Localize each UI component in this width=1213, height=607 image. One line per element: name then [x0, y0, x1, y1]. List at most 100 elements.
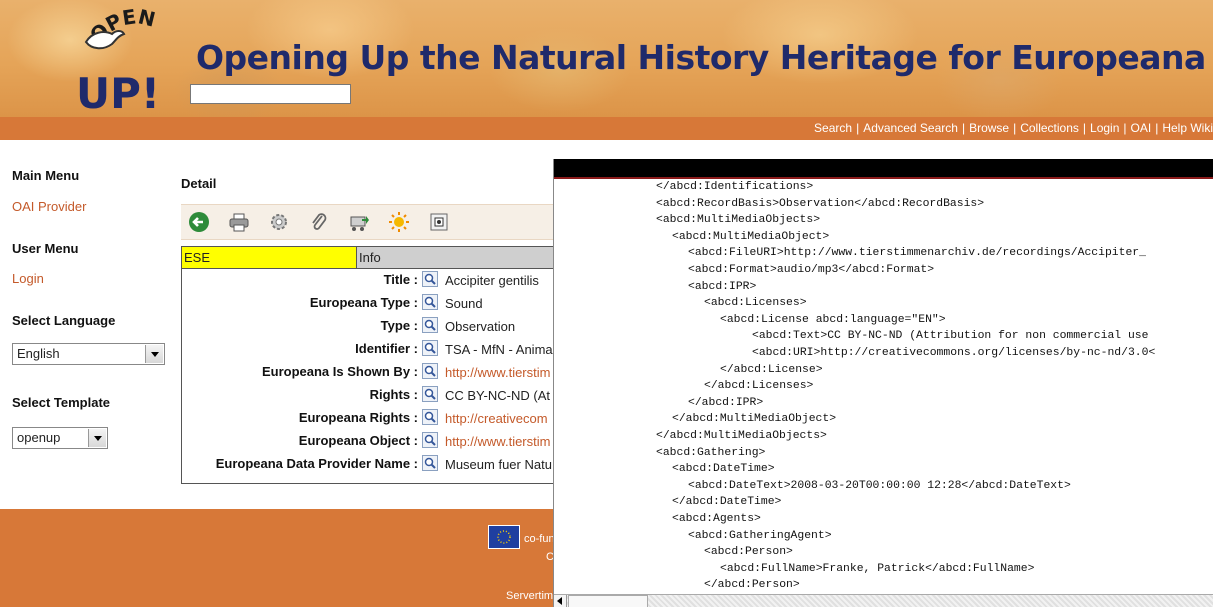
nav-browse-link[interactable]: Browse [969, 121, 1009, 135]
field-value: TSA - MfN - Anima [445, 342, 553, 357]
header-search-input[interactable] [190, 84, 351, 104]
horizontal-scrollbar[interactable] [554, 594, 1213, 607]
scroll-left-arrow-icon[interactable] [554, 595, 567, 607]
table-row: Europeana Object : http://www.tierstim [182, 430, 560, 453]
tab-info[interactable]: Info [357, 247, 562, 269]
xml-line: <abcd:Format>audio/mp3</abcd:Format> [688, 264, 935, 276]
chevron-down-icon[interactable] [88, 429, 106, 447]
field-value: Sound [445, 296, 483, 311]
main-menu-heading: Main Menu [12, 168, 80, 183]
field-value: CC BY-NC-ND (At [445, 388, 550, 403]
field-label: Europeana Is Shown By : [261, 364, 418, 379]
language-select[interactable]: English [12, 343, 165, 365]
detail-toolbar [181, 204, 561, 240]
xml-viewer-window: </abcd:Identifications> <abcd:RecordBasis… [553, 159, 1213, 607]
template-select[interactable]: openup [12, 427, 108, 449]
tab-ese[interactable]: ESE [182, 247, 357, 269]
xml-line: <abcd:License abcd:language="EN"> [720, 313, 946, 326]
document-icon[interactable] [427, 210, 451, 234]
xml-line: </abcd:DateTime> [672, 496, 782, 509]
field-label: Europeana Data Provider Name : [215, 456, 418, 471]
nav-oai-link[interactable]: OAI [1131, 121, 1152, 135]
template-select-value: openup [17, 430, 61, 445]
open-up-logo[interactable]: OPEN UP! [68, 4, 188, 116]
field-label: Identifier : [355, 341, 418, 356]
xml-line: </abcd:MultiMediaObject> [672, 413, 837, 426]
settings-icon[interactable] [267, 210, 291, 234]
xml-line: </abcd:MultiMediaObjects> [656, 430, 827, 442]
select-template-heading: Select Template [12, 395, 111, 410]
xml-line: <abcd:URI>http://creativecommons.org/lic… [752, 347, 1156, 359]
magnifier-icon[interactable] [422, 363, 438, 379]
table-row: Europeana Rights : http://creativecom [182, 407, 560, 430]
magnifier-icon[interactable] [422, 432, 438, 448]
nav-separator: | [1123, 121, 1127, 135]
nav-separator: | [1082, 121, 1087, 135]
field-value-link[interactable]: http://www.tierstim [445, 365, 550, 380]
xml-line: <abcd:MultiMediaObjects> [656, 214, 821, 227]
magnifier-icon[interactable] [422, 386, 438, 402]
language-select-value: English [17, 346, 60, 361]
footer-cofunded-text: co-fun [524, 533, 555, 545]
header-banner: OPEN UP! Opening Up the Natural History … [0, 0, 1213, 117]
magnifier-icon[interactable] [422, 455, 438, 471]
user-menu-heading: User Menu [12, 241, 79, 256]
nav-search-link[interactable]: Search [814, 121, 852, 135]
magnifier-icon[interactable] [422, 340, 438, 356]
xml-line: <abcd:FullName>Franke, Patrick</abcd:Ful… [720, 562, 1035, 575]
xml-line: <abcd:Gathering> [656, 446, 766, 459]
back-arrow-icon[interactable] [187, 210, 211, 234]
nav-separator: | [1013, 121, 1017, 135]
table-row: Europeana Is Shown By : http://www.tierst… [182, 361, 560, 384]
cart-icon[interactable] [347, 210, 371, 234]
sidebar-item-login[interactable]: Login [12, 271, 44, 286]
xml-line: <abcd:MultiMediaObject> [672, 230, 830, 243]
xml-line: <abcd:DateText>2008-03-20T00:00:00 12:28… [688, 479, 1071, 492]
xml-line: <abcd:Licenses> [704, 297, 807, 310]
xml-line: </abcd:Licenses> [704, 380, 814, 393]
magnifier-icon[interactable] [422, 294, 438, 310]
chevron-down-icon[interactable] [145, 345, 163, 363]
magnifier-icon[interactable] [422, 271, 438, 287]
scrollbar-thumb[interactable] [568, 595, 648, 607]
attachment-icon[interactable] [307, 210, 331, 234]
field-label: Rights : [369, 387, 418, 402]
magnifier-icon[interactable] [422, 317, 438, 333]
nav-separator: | [961, 121, 966, 135]
select-language-heading: Select Language [12, 313, 116, 328]
xml-line: <abcd:FileURI>http://www.tierstimmenarch… [688, 247, 1146, 260]
xml-line: <abcd:Agents> [672, 513, 761, 525]
xml-line: <abcd:Text>CC BY-NC-ND (Attribution for … [752, 330, 1149, 343]
field-label: Title : [383, 272, 418, 287]
table-row: Identifier : TSA - MfN - Anima [182, 338, 560, 361]
print-icon[interactable] [227, 210, 251, 234]
nav-links: Search | Advanced Search | Browse | Collection… [814, 117, 1213, 140]
xml-line: <abcd:DateTime> [672, 463, 775, 476]
field-value-link[interactable]: http://www.tierstim [445, 434, 550, 449]
nav-collections-link[interactable]: Collections [1020, 121, 1079, 135]
field-value-link[interactable]: http://creativecom [445, 411, 548, 426]
table-row: Europeana Type : Sound [182, 292, 560, 315]
detail-heading: Detail [181, 176, 217, 191]
xml-line: <abcd:GatheringAgent> [688, 529, 832, 542]
field-label: Europeana Type : [309, 295, 418, 310]
footer-servertime-text: Servertim [506, 590, 554, 602]
field-label: Europeana Rights : [298, 410, 418, 425]
magnifier-icon[interactable] [422, 409, 438, 425]
sun-icon[interactable] [387, 210, 411, 234]
nav-login-link[interactable]: Login [1090, 121, 1119, 135]
site-title: Opening Up the Natural History Heritage … [196, 38, 1206, 77]
field-value: Observation [445, 319, 516, 334]
sidebar-item-oai-provider[interactable]: OAI Provider [12, 199, 86, 214]
xml-line: </abcd:IPR> [688, 396, 764, 409]
field-label: Europeana Object : [298, 433, 418, 448]
table-row: Europeana Data Provider Name : Museum fue… [182, 453, 560, 476]
xml-line: <abcd:Person> [704, 546, 793, 559]
nav-help-wiki-link[interactable]: Help Wiki [1162, 121, 1213, 135]
table-row: Title : Accipiter gentilis [182, 269, 560, 292]
nav-advanced-search-link[interactable]: Advanced Search [863, 121, 958, 135]
nav-separator: | [1155, 121, 1159, 135]
logo-main-text: UP! [76, 69, 160, 116]
xml-line: </abcd:Identifications> [656, 181, 814, 193]
table-row: Type : Observation [182, 315, 560, 338]
